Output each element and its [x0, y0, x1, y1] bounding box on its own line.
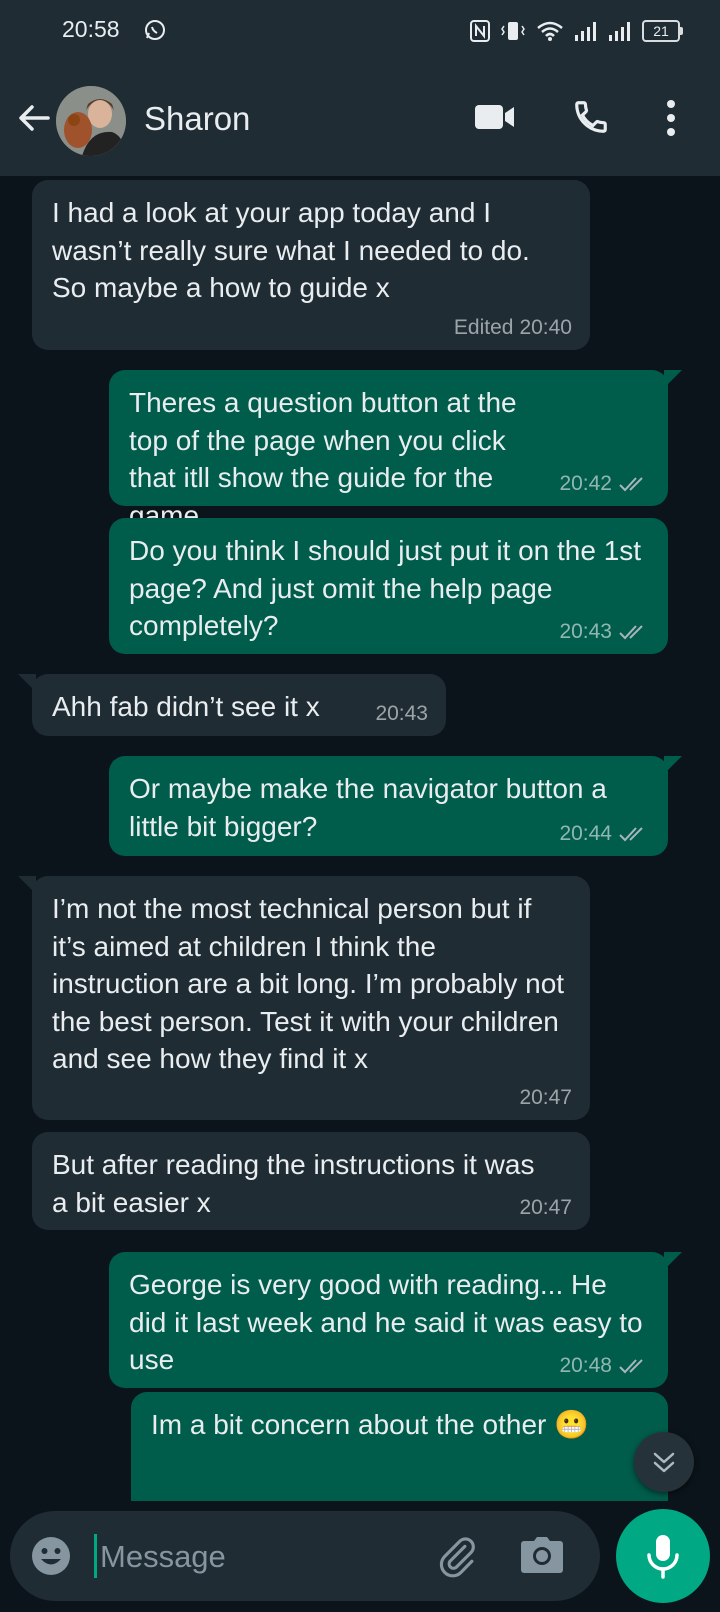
message-text: I’m not the most technical person but if… [52, 893, 572, 1074]
signal-icon-2 [609, 22, 630, 41]
message-incoming[interactable]: I had a look at your app today and I was… [32, 180, 590, 350]
avatar[interactable] [56, 86, 126, 156]
chevron-double-down-icon [653, 1452, 675, 1473]
video-call-icon[interactable] [474, 102, 516, 132]
bubble-tail [18, 876, 36, 894]
voice-message-button[interactable] [616, 1509, 710, 1603]
message-input[interactable] [98, 1533, 422, 1581]
status-bar: 20:58 21 [0, 0, 720, 64]
message-time: 20:40 [519, 316, 572, 339]
message-time: 20:42 [559, 472, 612, 495]
back-arrow-icon[interactable] [14, 98, 54, 138]
message-text: But after reading the instructions it wa… [52, 1149, 543, 1218]
bubble-tail [664, 370, 682, 388]
chat-header: Sharon [0, 64, 720, 176]
microphone-icon [647, 1535, 679, 1579]
wifi-icon [537, 21, 563, 41]
phone-call-icon[interactable] [572, 98, 610, 136]
double-check-icon [619, 1359, 643, 1374]
message-list[interactable]: I had a look at your app today and I was… [0, 176, 720, 1501]
edited-label: Edited [453, 316, 514, 339]
nfc-icon [470, 20, 490, 42]
message-outgoing[interactable]: Do you think I should just put it on the… [109, 518, 668, 654]
contact-name[interactable]: Sharon [144, 100, 250, 138]
message-meta: Edited 20:40 [454, 316, 572, 340]
bubble-tail [18, 674, 36, 692]
message-outgoing[interactable]: George is very good with reading... He d… [109, 1252, 682, 1388]
vibrate-icon [501, 22, 525, 40]
battery-icon: 21 [642, 20, 683, 42]
message-outgoing[interactable]: Theres a question button at the top of t… [109, 370, 682, 531]
message-meta: 20:43 [559, 620, 650, 644]
signal-icon [575, 22, 596, 41]
message-time: 20:47 [519, 1196, 572, 1219]
message-time: 20:43 [559, 620, 612, 643]
text-cursor [94, 1534, 97, 1578]
bubble-tail [664, 1252, 682, 1270]
message-incoming[interactable]: I’m not the most technical person but if… [18, 876, 590, 1120]
message-text: Ahh fab didn’t see it x [52, 691, 320, 722]
emoji-icon[interactable] [30, 1535, 72, 1577]
message-time: 20:43 [375, 702, 428, 725]
whatsapp-notification-icon [145, 20, 165, 40]
avatar-photo [56, 86, 126, 156]
message-text: Theres a question button at the top of t… [129, 387, 525, 531]
double-check-icon [619, 827, 643, 842]
message-meta: 20:47 [519, 1196, 572, 1220]
message-meta: 20:47 [519, 1086, 572, 1110]
more-options-icon[interactable] [664, 98, 678, 138]
scroll-to-bottom-button[interactable] [634, 1432, 694, 1492]
message-incoming[interactable]: Ahh fab didn’t see it x 20:43 [18, 674, 446, 736]
message-time: 20:48 [559, 1354, 612, 1377]
message-incoming[interactable]: But after reading the instructions it wa… [32, 1132, 590, 1230]
message-composer[interactable] [10, 1511, 600, 1601]
attachment-icon[interactable] [436, 1533, 478, 1579]
message-text: Im a bit concern about the other 😬 [151, 1409, 589, 1440]
message-meta: 20:48 [559, 1354, 650, 1378]
status-time: 20:58 [62, 16, 120, 42]
message-meta: 20:44 [559, 822, 650, 846]
message-meta: 20:43 [375, 702, 428, 726]
composer-bar [0, 1501, 720, 1612]
message-outgoing[interactable]: Or maybe make the navigator button a lit… [109, 756, 682, 856]
message-time: 20:44 [559, 822, 612, 845]
double-check-icon [619, 625, 643, 640]
message-time: 20:47 [519, 1086, 572, 1109]
status-icons: 21 [470, 18, 683, 44]
message-text: I had a look at your app today and I was… [52, 197, 538, 303]
double-check-icon [619, 477, 643, 492]
camera-icon[interactable] [520, 1535, 564, 1575]
message-outgoing[interactable]: Im a bit concern about the other 😬 [131, 1392, 668, 1501]
message-meta: 20:42 [559, 472, 650, 496]
bubble-tail [664, 756, 682, 774]
